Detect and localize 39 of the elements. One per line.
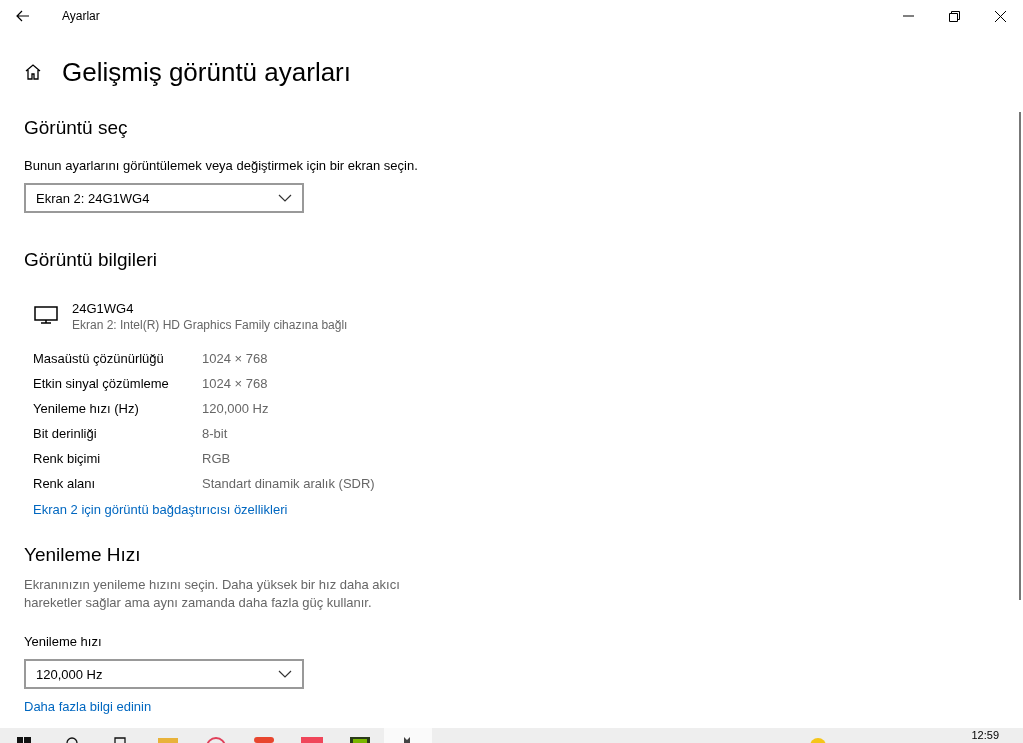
info-label: Masaüstü çözünürlüğü [33, 351, 165, 366]
info-label: Renk biçimi [33, 451, 102, 466]
info-value: Standart dinamik aralık (SDR) [202, 476, 375, 491]
field-label: Yenileme hızı [24, 634, 103, 649]
home-icon[interactable] [24, 63, 42, 81]
search-icon[interactable] [66, 737, 78, 743]
info-value: 120,000 Hz [202, 401, 269, 416]
info-label: Etkin sinyal çözümleme [33, 376, 170, 391]
refresh-rate-dropdown[interactable]: 120,000 Hz [24, 659, 304, 689]
minimize-icon [902, 15, 914, 17]
back-arrow-icon [16, 10, 30, 22]
info-value: 1024 × 768 [202, 376, 268, 391]
info-label: Renk alanı [33, 476, 97, 491]
monitor-icon [34, 306, 58, 324]
info-label: Bit derinliği [33, 426, 98, 441]
adapter-properties-link[interactable]: Ekran 2 için görüntü bağdaştırıcısı özellikleri [33, 502, 288, 517]
scrollbar[interactable] [1019, 112, 1021, 600]
section-heading: Görüntü seç [24, 117, 129, 139]
chevron-down-icon [278, 670, 292, 678]
page-title: Gelişmiş görüntü ayarları [62, 56, 351, 88]
window-title: Ayarlar [62, 9, 101, 23]
info-value: 8-bit [202, 426, 228, 441]
info-value: 1024 × 768 [202, 351, 268, 366]
section-heading: Görüntü bilgileri [24, 249, 159, 271]
chevron-down-icon [278, 194, 292, 202]
learn-more-link[interactable]: Daha fazla bilgi edinin [24, 699, 152, 714]
monitor-name: 24G1WG4 [72, 301, 135, 316]
section-heading: Yenileme Hızı [24, 544, 142, 566]
restore-icon [948, 10, 960, 22]
monitor-connection: Ekran 2: Intel(R) HD Graphics Family cihazına bağlı [72, 317, 348, 334]
info-value: RGB [202, 451, 231, 466]
task-view-icon[interactable] [114, 737, 126, 743]
section-description: Ekranınızın yenileme hızını seçin. Daha yüksek bir hız daha akıcı hareketler sağlar ama aynı zamanda daha fazla güç kullanır. [24, 576, 401, 612]
section-description: Bunun ayarlarını görüntülemek veya değiştirmek için bir ekran seçin. [24, 158, 419, 173]
clock[interactable]: 12:59 [971, 729, 999, 741]
windows-icon[interactable] [17, 737, 31, 743]
close-icon [994, 10, 1006, 22]
display-dropdown[interactable]: Ekran 2: 24G1WG4 [24, 183, 304, 213]
info-label: Yenileme hızı (Hz) [33, 401, 140, 416]
